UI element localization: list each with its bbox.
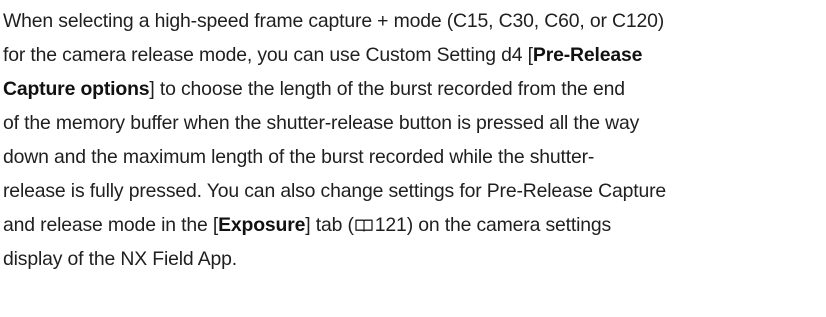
text-line-3: Capture options] to choose the length of… — [3, 78, 625, 100]
book-icon — [355, 219, 373, 232]
text-line-5: down and the maximum length of the burst… — [3, 146, 595, 168]
tab-name-exposure-bold: Exposure — [218, 214, 306, 236]
text-line-1: When selecting a high-speed frame captur… — [3, 10, 665, 32]
instruction-paragraph: When selecting a high-speed frame captur… — [3, 4, 821, 276]
text-line-8: display of the NX Field App. — [3, 248, 238, 270]
text-line-4: of the memory buffer when the shutter-re… — [3, 112, 640, 134]
text-line-2: for the camera release mode, you can use… — [3, 44, 643, 66]
menu-item-capture-options-bold: Capture options — [3, 78, 150, 100]
text-line-6: release is fully pressed. You can also c… — [3, 180, 667, 202]
text-line-7: and release mode in the [Exposure] tab (… — [3, 214, 612, 236]
menu-item-pre-release-bold: Pre-Release — [532, 44, 643, 66]
page-reference-number: 121 — [374, 214, 407, 236]
